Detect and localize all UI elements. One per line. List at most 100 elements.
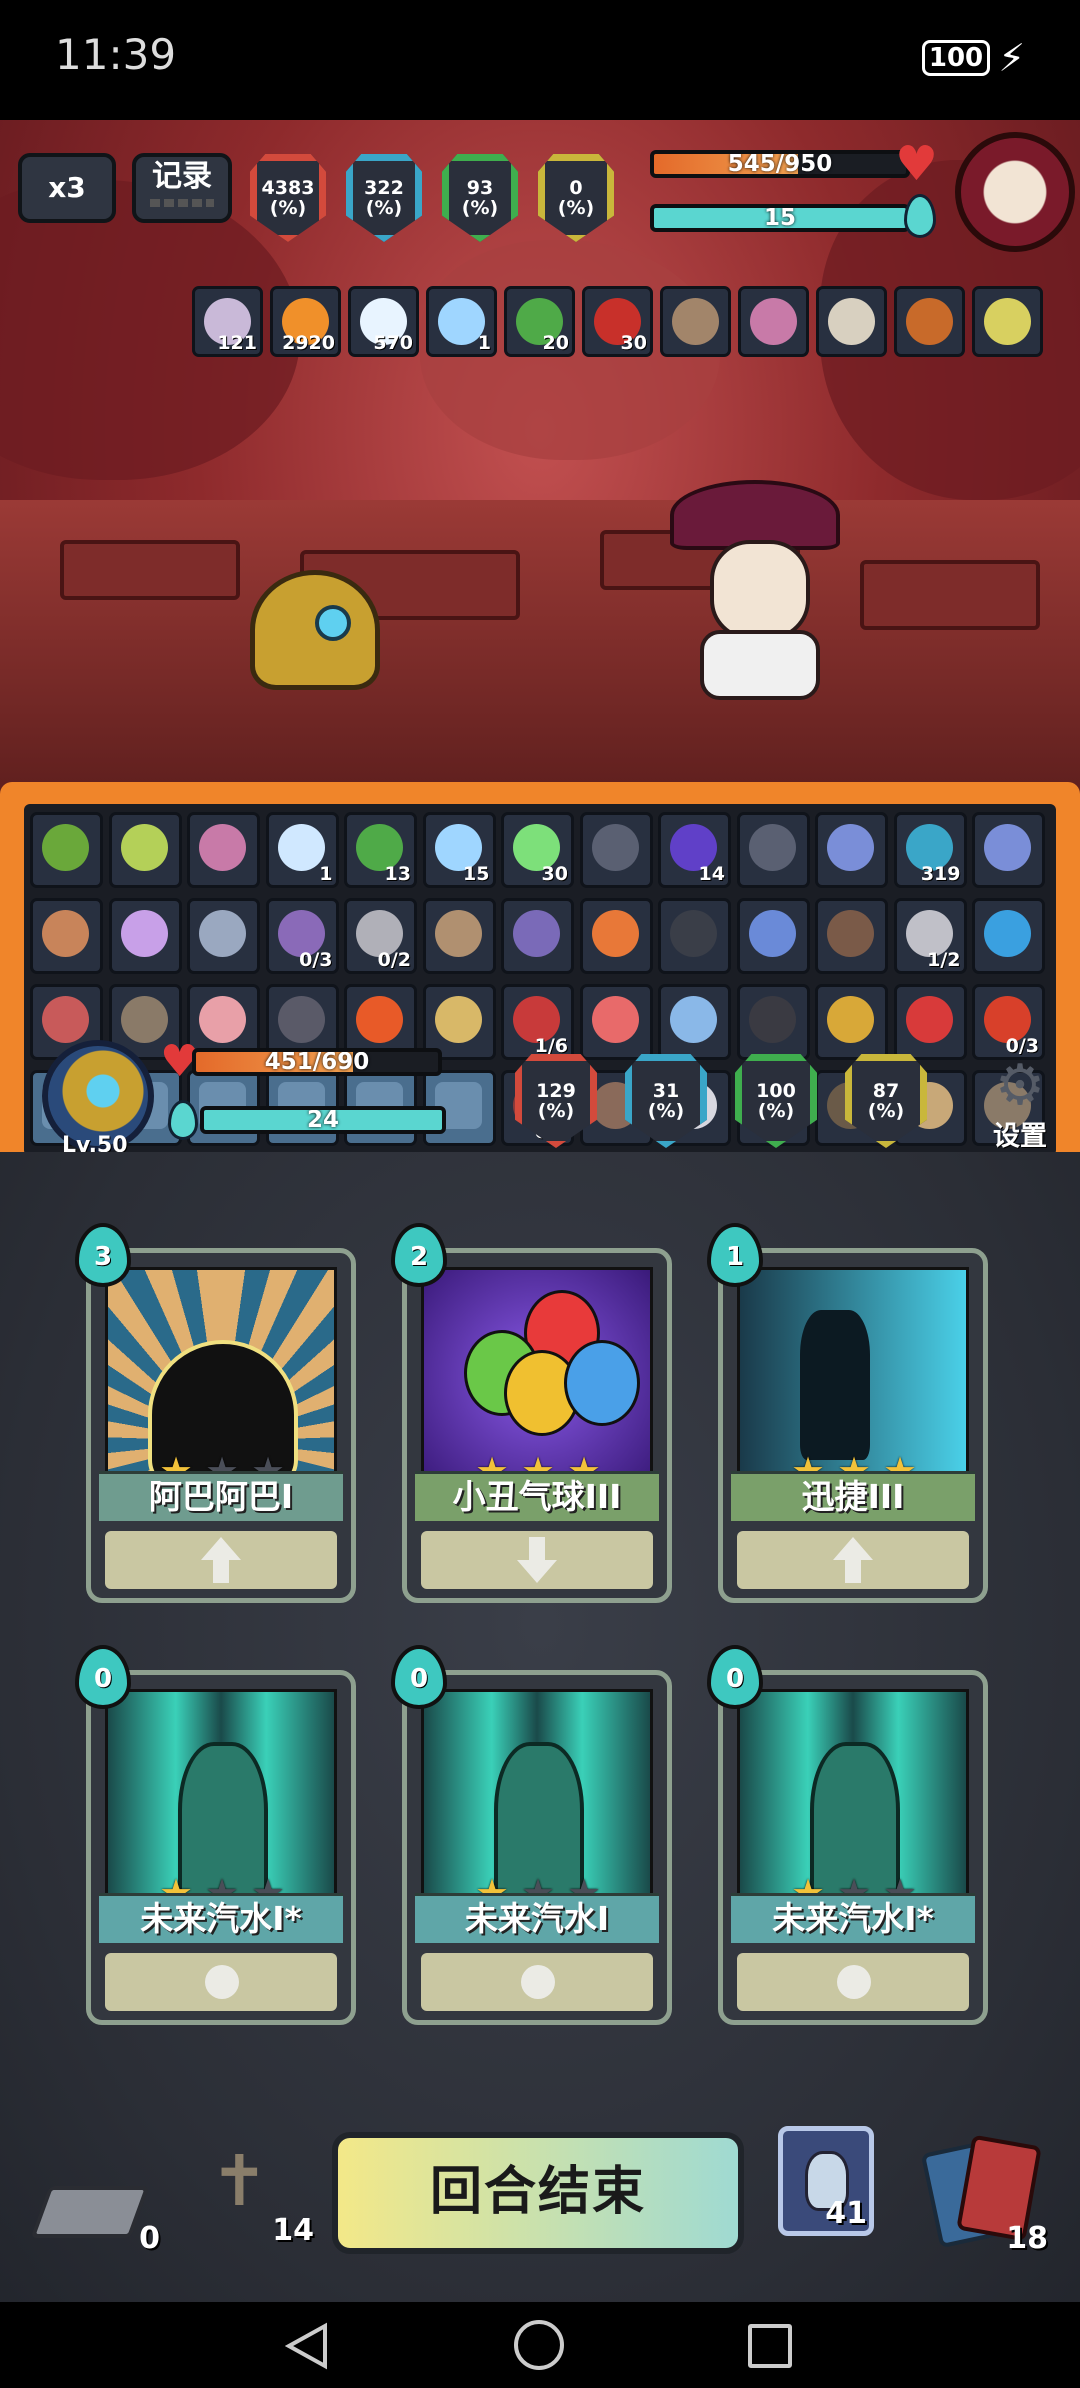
relic-slot[interactable] (501, 898, 574, 974)
speed-button[interactable]: x3 (18, 153, 116, 223)
relic-slot[interactable]: 1 (265, 812, 339, 888)
relic-slot[interactable] (658, 898, 731, 974)
enemy-pirate-sprite[interactable] (670, 480, 840, 700)
player-sprite[interactable] (250, 570, 380, 690)
mana-drop-icon (168, 1100, 198, 1140)
doll-icon (42, 996, 89, 1043)
player-mana-bar: 24 (200, 1106, 446, 1134)
rose-icon (905, 996, 953, 1043)
relic-slot[interactable] (658, 984, 731, 1060)
relic-slot[interactable] (108, 898, 182, 974)
draw-pile[interactable]: 18 (920, 2134, 1060, 2256)
relic-slot[interactable]: 1/2 (893, 898, 967, 974)
relic-count: 15 (463, 863, 490, 885)
defense-shield-icon[interactable]: 93 (%) (442, 154, 518, 242)
relic-slot[interactable] (579, 984, 653, 1060)
relic-slot[interactable] (187, 812, 260, 888)
relic-slot[interactable]: 14 (658, 812, 731, 888)
enemy-hp-text: 545/950 (727, 151, 833, 177)
relic-slot[interactable] (579, 898, 653, 974)
relic-slot[interactable]: 15 (422, 812, 496, 888)
bone-meat-icon (42, 910, 89, 957)
relic-slot[interactable]: 319 (893, 812, 967, 888)
card-footer (421, 1953, 653, 2011)
floor-tile (860, 560, 1040, 630)
enemy-mana-bar: 15 (650, 204, 910, 232)
card-name: 未来汽水I* (99, 1893, 343, 1943)
mana-drop-icon (904, 194, 936, 238)
relic-slot[interactable] (893, 984, 967, 1060)
hand-card[interactable]: ★★★未来汽水I0 (391, 1645, 672, 2025)
relic-slot[interactable]: 13 (344, 812, 417, 888)
relic-slot[interactable] (187, 898, 260, 974)
exhaust-pile[interactable]: 0 (30, 2176, 160, 2256)
settings-button[interactable]: ⚙ 设置 (975, 1058, 1065, 1153)
luck-shield-icon[interactable]: 0 (%) (538, 154, 614, 242)
relic-slot[interactable] (972, 812, 1045, 888)
enemy-buff-slot[interactable] (660, 286, 731, 357)
mystery-shield-icon[interactable]: 322 (%) (346, 154, 422, 242)
relic-slot[interactable] (815, 984, 888, 1060)
dark-octagon-icon (591, 824, 639, 871)
relic-slot[interactable] (579, 812, 653, 888)
roast-meat-icon (906, 298, 953, 345)
relic-slot[interactable] (736, 984, 810, 1060)
stat-unit: (%) (647, 1100, 685, 1122)
relic-slot[interactable] (422, 898, 496, 974)
battle-log-button[interactable]: 记录 (132, 153, 232, 223)
enemy-buff-slot[interactable]: 1 (426, 286, 497, 357)
relic-slot[interactable] (972, 898, 1045, 974)
stat-value: 4383 (261, 177, 315, 199)
hand-card[interactable]: ★★★阿巴阿巴I3 (75, 1223, 356, 1603)
enemy-buff-slot[interactable]: 2920 (270, 286, 341, 357)
hand-card[interactable]: ★★★未来汽水I*0 (75, 1645, 356, 2025)
stat-value: 31 (652, 1080, 680, 1102)
enemy-buff-slot[interactable] (738, 286, 809, 357)
nav-home-icon[interactable] (514, 2320, 564, 2370)
relic-slot[interactable] (108, 812, 182, 888)
card-footer (737, 1531, 969, 1589)
enemy-buff-slot[interactable] (894, 286, 965, 357)
system-nav-bar (0, 2302, 1080, 2388)
enemy-buff-slot[interactable]: 121 (192, 286, 263, 357)
relic-slot[interactable]: 0/3 (972, 984, 1045, 1060)
enemy-buff-slot[interactable] (816, 286, 887, 357)
stat-value: 87 (872, 1080, 900, 1102)
potion-slot[interactable]: 41 (778, 2126, 874, 2236)
nav-recents-icon[interactable] (748, 2324, 792, 2368)
relic-slot[interactable] (815, 898, 888, 974)
relic-slot[interactable] (30, 812, 103, 888)
enemy-buff-slot[interactable] (972, 286, 1043, 357)
hand-card[interactable]: ★★★小丑气球III2 (391, 1223, 672, 1603)
exhaust-pile-icon (30, 2186, 150, 2238)
relic-slot[interactable] (815, 812, 888, 888)
buff-count: 20 (542, 332, 569, 354)
card-footer (421, 1531, 653, 1589)
hand-card[interactable]: ★★★迅捷III1 (707, 1223, 988, 1603)
buff-count: 570 (373, 332, 413, 354)
attack-shield-icon[interactable]: 4383 (%) (250, 154, 326, 242)
enemy-portrait[interactable] (955, 132, 1075, 252)
graveyard-pile[interactable]: ✝ 14 (190, 2130, 320, 2250)
relic-slot[interactable] (736, 898, 810, 974)
stat-unit: (%) (867, 1100, 905, 1122)
relic-slot[interactable]: 1/6 (501, 984, 574, 1060)
card-name: 未来汽水I (415, 1893, 659, 1943)
relic-slot[interactable] (30, 898, 103, 974)
relic-slot[interactable]: 0/3 (265, 898, 339, 974)
status-time: 11:39 (55, 30, 177, 79)
enemy-buff-slot[interactable]: 570 (348, 286, 419, 357)
hand-card[interactable]: ★★★未来汽水I*0 (707, 1645, 988, 2025)
end-turn-button[interactable]: 回合结束 (332, 2132, 744, 2254)
relic-slot[interactable]: 30 (501, 812, 574, 888)
blue-gem-icon (984, 824, 1031, 871)
nav-back-icon[interactable] (284, 2322, 329, 2370)
relic-slot[interactable]: 0/2 (344, 898, 417, 974)
enemy-buff-slot[interactable]: 30 (582, 286, 653, 357)
stat-value: 100 (756, 1080, 796, 1102)
bear-figure-icon (827, 910, 874, 957)
stat-value: 0 (569, 177, 583, 199)
enemy-buff-slot[interactable]: 20 (504, 286, 575, 357)
relic-slot[interactable] (736, 812, 810, 888)
exhaust-count: 0 (139, 2221, 160, 2256)
